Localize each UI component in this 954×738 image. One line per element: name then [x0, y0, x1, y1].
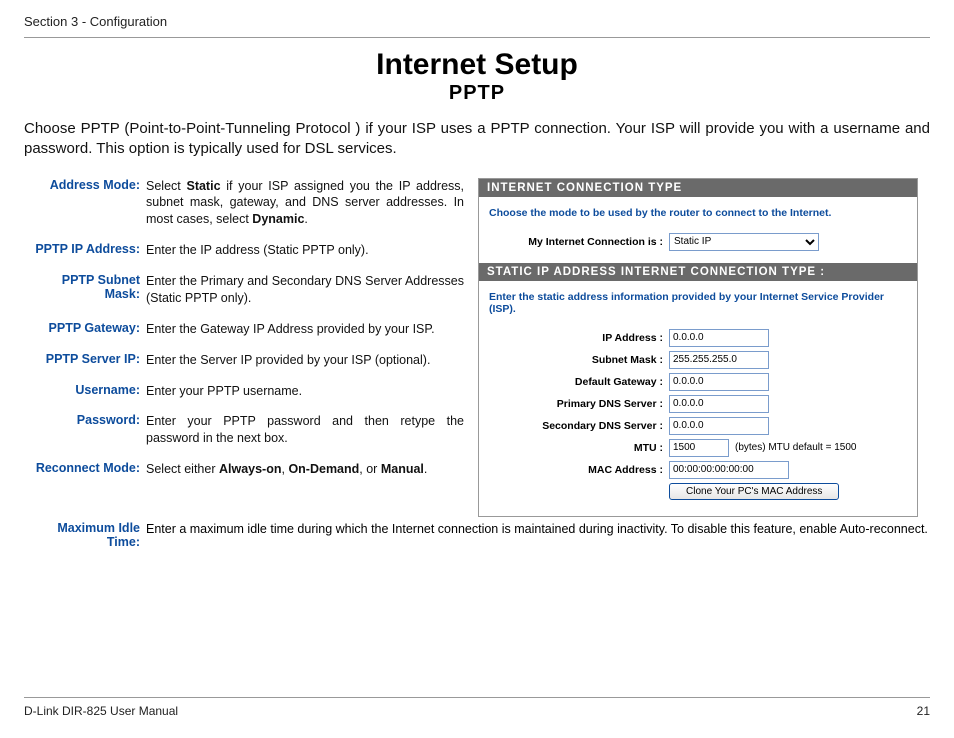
- page-subtitle: PPTP: [24, 82, 930, 105]
- def-label-server: PPTP Server IP:: [24, 352, 146, 369]
- definitions-column: Address Mode: Select Static if your ISP …: [24, 178, 464, 493]
- def-desc-subnet: Enter the Primary and Secondary DNS Serv…: [146, 273, 464, 307]
- panel-header-internet-type: INTERNET CONNECTION TYPE: [479, 179, 917, 197]
- input-subnet-mask[interactable]: [669, 351, 769, 369]
- def-label-reconnect: Reconnect Mode:: [24, 461, 146, 478]
- page-title: Internet Setup: [24, 48, 930, 82]
- label-subnet-mask: Subnet Mask :: [489, 354, 669, 366]
- def-desc-server: Enter the Server IP provided by your ISP…: [146, 352, 464, 369]
- def-label-gateway: PPTP Gateway:: [24, 321, 146, 338]
- text: , or: [359, 462, 381, 476]
- label-primary-dns: Primary DNS Server :: [489, 398, 669, 410]
- label-ip-address: IP Address :: [489, 332, 669, 344]
- def-desc-username: Enter your PPTP username.: [146, 383, 464, 400]
- bold-always-on: Always-on: [219, 462, 282, 476]
- clone-mac-button[interactable]: Clone Your PC's MAC Address: [669, 483, 839, 500]
- input-primary-dns[interactable]: [669, 395, 769, 413]
- note-mtu: (bytes) MTU default = 1500: [735, 442, 856, 453]
- label-secondary-dns: Secondary DNS Server :: [489, 420, 669, 432]
- def-desc-ip: Enter the IP address (Static PPTP only).: [146, 242, 464, 259]
- panel-header-static-ip: STATIC IP ADDRESS INTERNET CONNECTION TY…: [479, 263, 917, 281]
- bold-dynamic: Dynamic: [252, 212, 304, 226]
- def-label-username: Username:: [24, 383, 146, 400]
- text: .: [424, 462, 427, 476]
- def-desc-gateway: Enter the Gateway IP Address provided by…: [146, 321, 464, 338]
- rule-top: [24, 37, 930, 38]
- input-secondary-dns[interactable]: [669, 417, 769, 435]
- text: .: [304, 212, 307, 226]
- text: Select: [146, 179, 186, 193]
- def-label-ip: PPTP IP Address:: [24, 242, 146, 259]
- footer-page-number: 21: [917, 704, 930, 718]
- label-mac-address: MAC Address :: [489, 464, 669, 476]
- config-panel: INTERNET CONNECTION TYPE Choose the mode…: [478, 178, 918, 517]
- label-mtu: MTU :: [489, 442, 669, 454]
- select-internet-connection[interactable]: Static IP: [669, 233, 819, 251]
- input-mac-address[interactable]: [669, 461, 789, 479]
- def-label-password: Password:: [24, 413, 146, 447]
- def-label-subnet: PPTP Subnet Mask:: [24, 273, 146, 307]
- def-label-address-mode: Address Mode:: [24, 178, 146, 229]
- def-desc-idle: Enter a maximum idle time during which t…: [146, 521, 930, 549]
- bold-on-demand: On-Demand: [288, 462, 359, 476]
- def-desc-password: Enter your PPTP password and then retype…: [146, 413, 464, 447]
- input-default-gateway[interactable]: [669, 373, 769, 391]
- label-internet-connection: My Internet Connection is :: [489, 236, 669, 248]
- input-mtu[interactable]: [669, 439, 729, 457]
- footer-left: D-Link DIR-825 User Manual: [24, 704, 178, 718]
- panel-text-1: Choose the mode to be used by the router…: [479, 197, 917, 231]
- intro-text: Choose PPTP (Point-to-Point-Tunneling Pr…: [24, 119, 930, 160]
- bold-manual: Manual: [381, 462, 424, 476]
- page-footer: D-Link DIR-825 User Manual 21: [24, 697, 930, 718]
- bold-static: Static: [186, 179, 220, 193]
- label-default-gateway: Default Gateway :: [489, 376, 669, 388]
- section-header: Section 3 - Configuration: [24, 14, 930, 37]
- text: Select either: [146, 462, 219, 476]
- input-ip-address[interactable]: [669, 329, 769, 347]
- def-desc-address-mode: Select Static if your ISP assigned you t…: [146, 178, 464, 229]
- panel-text-2: Enter the static address information pro…: [479, 281, 917, 327]
- def-desc-reconnect: Select either Always-on, On-Demand, or M…: [146, 461, 464, 478]
- def-label-idle: Maximum Idle Time:: [24, 521, 146, 549]
